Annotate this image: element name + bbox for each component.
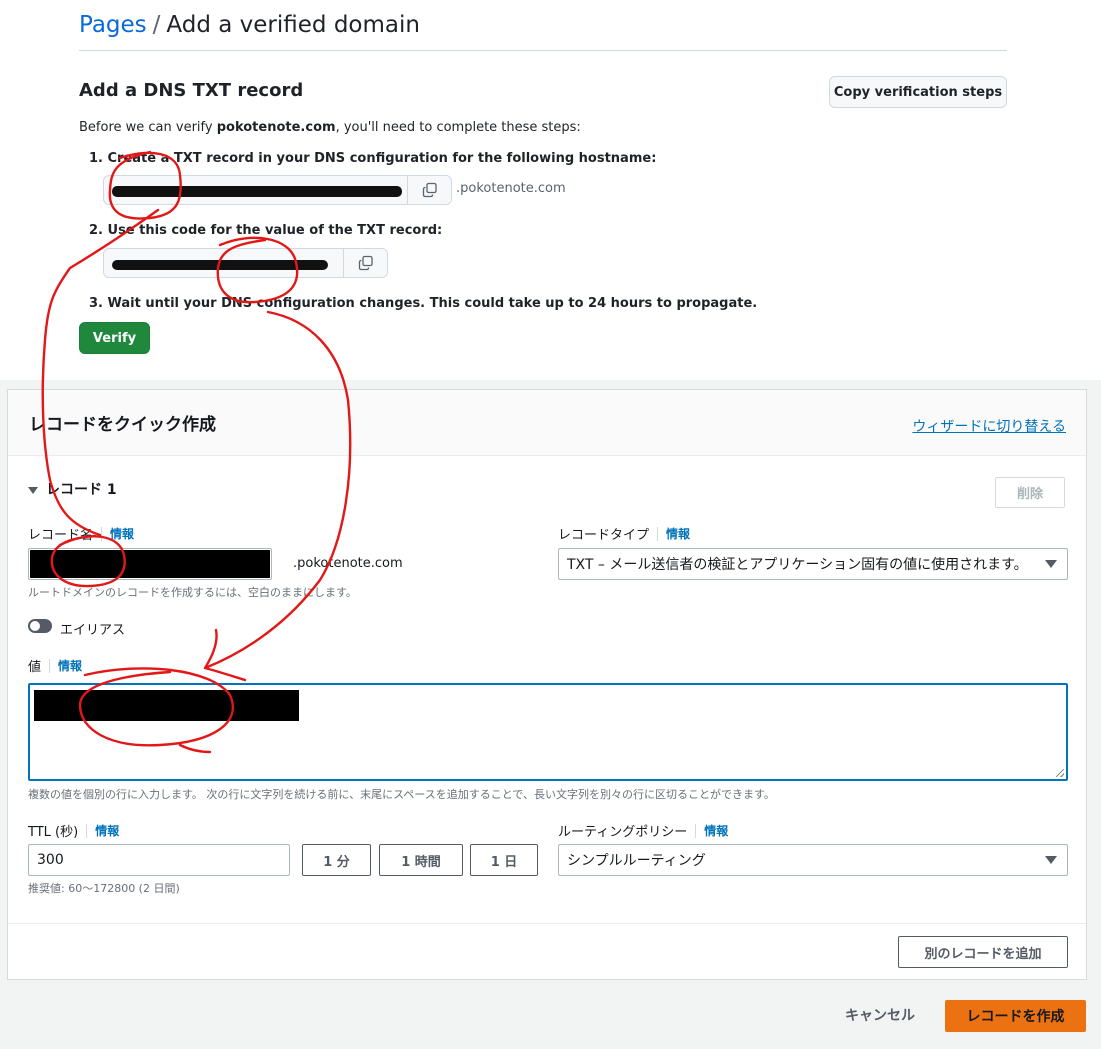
- hostname-copy-field[interactable]: [103, 175, 452, 205]
- copy-verification-steps-button[interactable]: Copy verification steps: [829, 76, 1007, 108]
- ttl-preset-1min-button[interactable]: 1 分: [302, 844, 371, 876]
- breadcrumb-separator: /: [152, 12, 161, 38]
- value-redaction: [34, 690, 299, 721]
- record-type-label-text: レコードタイプ: [558, 528, 650, 543]
- record-name-input[interactable]: [28, 548, 272, 580]
- ttl-info-link[interactable]: 情報: [86, 823, 119, 838]
- record-name-info-link[interactable]: 情報: [101, 526, 134, 541]
- txt-value-copy-field[interactable]: [103, 248, 388, 278]
- record-name-label: レコード名 情報: [28, 524, 134, 543]
- hostname-redaction: [112, 186, 402, 197]
- dropdown-caret-icon: [1045, 856, 1057, 864]
- record-name-label-text: レコード名: [28, 528, 94, 543]
- intro-before: Before we can verify: [79, 120, 217, 135]
- value-hint: 複数の値を個別の行に入力します。 次の行に文字列を続ける前に、末尾にスペースを追…: [28, 788, 775, 801]
- routing-policy-label: ルーティングポリシー 情報: [558, 821, 728, 840]
- hostname-suffix: .pokotenote.com: [456, 181, 566, 196]
- value-textarea[interactable]: [28, 683, 1068, 781]
- page-title: Add a verified domain: [166, 12, 420, 38]
- quick-create-panel: レコードをクイック作成 ウィザードに切り替える レコード 1 削除 レコード名情…: [7, 389, 1087, 980]
- ttl-preset-1hour-button[interactable]: 1 時間: [379, 844, 463, 876]
- add-another-record-button[interactable]: 別のレコードを追加: [898, 936, 1068, 968]
- ttl-label: TTL (秒) 情報: [28, 821, 119, 840]
- copy-icon: [358, 255, 373, 271]
- switch-to-wizard-link[interactable]: ウィザードに切り替える: [912, 416, 1066, 436]
- ttl-hint: 推奨値: 60〜172800 (2 日間): [28, 882, 180, 895]
- divider: [79, 50, 1007, 51]
- record-type-info-link[interactable]: 情報: [657, 526, 690, 541]
- routing-policy-selected: シンプルルーティング: [567, 853, 706, 869]
- copy-txt-value-button[interactable]: [343, 249, 387, 277]
- intro-text: Before we can verify pokotenote.com, you…: [79, 120, 581, 135]
- intro-after: , you'll need to complete these steps:: [335, 120, 581, 135]
- record-type-label: レコードタイプ 情報: [558, 524, 690, 543]
- ttl-label-text: TTL (秒): [28, 825, 79, 840]
- ttl-input[interactable]: 300: [28, 844, 290, 876]
- github-verify-section: Pages / Add a verified domain Add a DNS TX…: [0, 0, 1101, 380]
- caret-down-icon: [28, 486, 38, 494]
- record-name-suffix: .pokotenote.com: [293, 556, 403, 571]
- panel-header: レコードをクイック作成 ウィザードに切り替える: [8, 390, 1086, 456]
- copy-hostname-button[interactable]: [407, 176, 451, 204]
- routing-policy-select[interactable]: シンプルルーティング: [558, 844, 1068, 876]
- record-1-expander[interactable]: レコード 1: [28, 479, 117, 499]
- verify-button[interactable]: Verify: [79, 322, 150, 354]
- breadcrumb-pages-link[interactable]: Pages: [79, 12, 147, 38]
- txt-value-redaction: [112, 260, 328, 270]
- create-records-button[interactable]: レコードを作成: [945, 1000, 1086, 1032]
- resize-handle[interactable]: [1056, 769, 1064, 777]
- copy-icon: [422, 182, 437, 198]
- cancel-button[interactable]: キャンセル: [845, 1005, 915, 1025]
- value-info-link[interactable]: 情報: [49, 658, 82, 673]
- record-type-select[interactable]: TXT – メール送信者の検証とアプリケーション固有の値に使用されます。: [558, 548, 1068, 580]
- step-3-text: 3. Wait until your DNS configuration cha…: [89, 296, 758, 311]
- record-type-selected: TXT – メール送信者の検証とアプリケーション固有の値に使用されます。: [567, 557, 1028, 573]
- section-title: Add a DNS TXT record: [79, 80, 304, 101]
- panel-footer-divider: [8, 923, 1086, 924]
- record-name-hint: ルートドメインのレコードを作成するには、空白のままにします。: [28, 586, 357, 599]
- alias-label: エイリアス: [60, 623, 126, 638]
- intro-domain: pokotenote.com: [216, 120, 336, 135]
- value-label-text: 値: [28, 660, 42, 675]
- breadcrumb: Pages / Add a verified domain: [79, 12, 420, 38]
- alias-toggle[interactable]: [28, 619, 52, 633]
- panel-title: レコードをクイック作成: [29, 415, 216, 435]
- dropdown-caret-icon: [1045, 560, 1057, 568]
- ttl-preset-1day-button[interactable]: 1 日: [470, 844, 538, 876]
- step-2-text: 2. Use this code for the value of the TX…: [89, 223, 443, 238]
- routing-policy-label-text: ルーティングポリシー: [558, 825, 688, 840]
- value-label: 値情報: [28, 656, 82, 675]
- routing-policy-info-link[interactable]: 情報: [695, 823, 728, 838]
- delete-record-button[interactable]: 削除: [995, 477, 1065, 508]
- record-heading: レコード 1: [46, 482, 117, 498]
- step-1-text: 1. Create a TXT record in your DNS confi…: [89, 151, 657, 166]
- record-name-redaction: [30, 550, 270, 578]
